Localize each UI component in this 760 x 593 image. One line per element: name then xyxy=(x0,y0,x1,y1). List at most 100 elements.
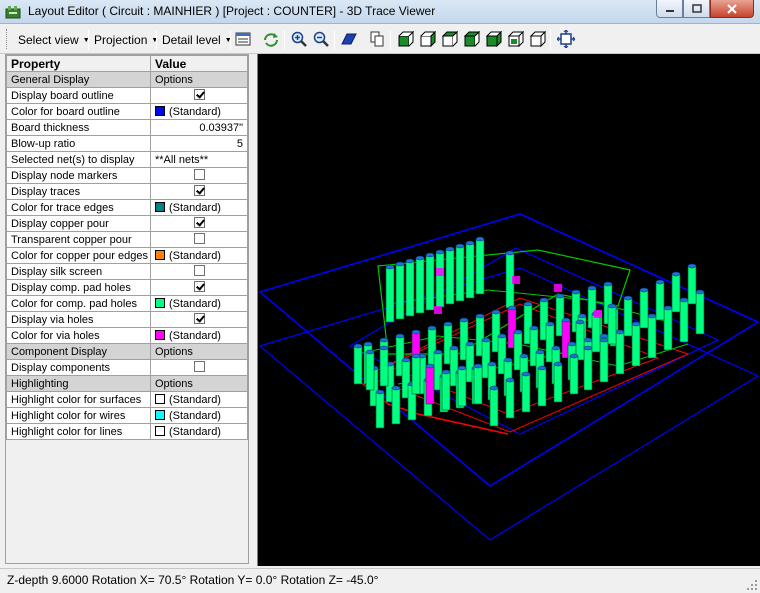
color-swatch xyxy=(155,329,165,340)
grid-row[interactable]: Display silk screen xyxy=(6,263,248,280)
zoom-out-button[interactable] xyxy=(311,29,331,49)
grid-row[interactable]: Display copper pour xyxy=(6,215,248,232)
grid-row[interactable]: Color for comp. pad holes (Standard) xyxy=(6,295,248,312)
property-value-cell[interactable]: (Standard) xyxy=(150,199,248,216)
via-pad xyxy=(512,276,520,284)
resize-grip-icon[interactable] xyxy=(746,579,758,591)
grid-row[interactable]: Display traces xyxy=(6,183,248,200)
property-value-cell[interactable]: (Standard) xyxy=(150,247,248,264)
component-pin-top xyxy=(583,345,593,351)
component-pin xyxy=(647,315,657,359)
property-value-cell[interactable] xyxy=(150,359,248,376)
3d-viewport[interactable] xyxy=(257,54,760,566)
property-value-cell[interactable] xyxy=(150,167,248,184)
property-value-cell[interactable] xyxy=(150,311,248,328)
component-pin-top xyxy=(599,333,609,339)
property-name: Color for board outline xyxy=(6,103,151,120)
component-pin xyxy=(395,263,405,320)
component-pin-top xyxy=(551,345,561,351)
close-icon xyxy=(727,3,737,14)
select-view-dropdown[interactable]: Select view ▼ xyxy=(14,29,94,51)
view-back-button[interactable] xyxy=(418,29,438,49)
color-swatch xyxy=(155,297,165,308)
property-value-cell[interactable]: **All nets** xyxy=(150,151,248,168)
color-swatch xyxy=(155,201,165,212)
property-value-cell[interactable]: (Standard) xyxy=(150,407,248,424)
grid-row[interactable]: Color for board outline (Standard) xyxy=(6,103,248,120)
app-icon xyxy=(5,6,21,19)
component-pin xyxy=(375,391,385,429)
property-value-cell[interactable] xyxy=(150,183,248,200)
property-value-cell[interactable] xyxy=(150,231,248,248)
grid-row[interactable]: Display via holes xyxy=(6,311,248,328)
view-iso-button[interactable] xyxy=(528,29,548,49)
toolbar-grip[interactable] xyxy=(6,29,9,49)
grid-row[interactable]: Board thickness 0.03937" xyxy=(6,119,248,136)
board-view-button[interactable] xyxy=(339,29,359,49)
property-value-cell[interactable]: 0.03937" xyxy=(150,119,248,136)
property-checkbox[interactable] xyxy=(193,185,205,197)
grid-row[interactable]: Display board outline xyxy=(6,87,248,104)
grid-row[interactable]: Color for via holes (Standard) xyxy=(6,327,248,344)
property-checkbox[interactable] xyxy=(193,265,205,277)
component-pin-top xyxy=(411,353,421,359)
color-swatch xyxy=(155,105,165,116)
view-left-button[interactable] xyxy=(484,29,504,49)
status-text: Z-depth 9.6000 Rotation X= 70.5° Rotatio… xyxy=(7,573,379,587)
grid-row[interactable]: Highlight color for wires (Standard) xyxy=(6,407,248,424)
refresh-button[interactable] xyxy=(261,29,281,49)
grid-row[interactable]: Color for trace edges (Standard) xyxy=(6,199,248,216)
close-button[interactable] xyxy=(710,0,754,18)
3d-trace-scene[interactable] xyxy=(258,54,760,566)
grid-row[interactable]: Color for copper pour edges (Standard) xyxy=(6,247,248,264)
detail-level-dropdown[interactable]: Detail level ▼ xyxy=(158,29,236,51)
component-pin-top xyxy=(577,313,587,319)
copy-button[interactable] xyxy=(367,29,387,49)
color-swatch xyxy=(155,393,165,404)
component-pin-top xyxy=(575,319,585,325)
grid-row[interactable]: Highlight color for lines (Standard) xyxy=(6,423,248,440)
property-value-cell[interactable]: (Standard) xyxy=(150,103,248,120)
view-top-button[interactable] xyxy=(440,29,460,49)
component-pin-top xyxy=(385,264,395,270)
component-pin-top xyxy=(599,337,609,343)
zoom-in-button[interactable] xyxy=(289,29,309,49)
property-value-cell[interactable]: (Standard) xyxy=(150,391,248,408)
properties-button[interactable] xyxy=(233,29,253,49)
property-value-cell[interactable]: (Standard) xyxy=(150,423,248,440)
grid-row[interactable]: Display node markers xyxy=(6,167,248,184)
component-pin xyxy=(623,297,633,337)
property-checkbox[interactable] xyxy=(193,233,205,245)
view-front-button[interactable] xyxy=(396,29,416,49)
minimize-button[interactable] xyxy=(656,0,683,18)
fit-view-button[interactable] xyxy=(556,29,576,49)
property-value-cell[interactable]: (Standard) xyxy=(150,327,248,344)
component-pin xyxy=(599,339,609,383)
grid-row[interactable]: Blow-up ratio 5 xyxy=(6,135,248,152)
grid-row[interactable]: Transparent copper pour xyxy=(6,231,248,248)
property-value-cell[interactable] xyxy=(150,87,248,104)
view-bottom-button[interactable] xyxy=(462,29,482,49)
property-checkbox[interactable] xyxy=(193,217,205,229)
property-checkbox[interactable] xyxy=(193,313,205,325)
window-title: Layout Editor ( Circuit : MAINHIER ) [Pr… xyxy=(28,4,436,18)
grid-row[interactable]: Highlight color for surfaces (Standard) xyxy=(6,391,248,408)
grid-row[interactable]: Display comp. pad holes xyxy=(6,279,248,296)
grid-row[interactable]: Display components xyxy=(6,359,248,376)
property-value-cell[interactable] xyxy=(150,279,248,296)
grid-row[interactable]: Selected net(s) to display **All nets** xyxy=(6,151,248,168)
color-value-label: (Standard) xyxy=(169,425,221,438)
property-value-cell[interactable]: (Standard) xyxy=(150,295,248,312)
view-right-button[interactable] xyxy=(506,29,526,49)
property-value-cell[interactable] xyxy=(150,263,248,280)
property-value-cell[interactable] xyxy=(150,215,248,232)
maximize-button[interactable] xyxy=(683,0,710,18)
component-pin-top xyxy=(363,341,373,347)
property-value-cell[interactable]: 5 xyxy=(150,135,248,152)
property-checkbox[interactable] xyxy=(193,281,205,293)
component-pin-top xyxy=(425,252,435,258)
property-checkbox[interactable] xyxy=(193,169,205,181)
projection-dropdown[interactable]: Projection ▼ xyxy=(90,29,162,51)
property-checkbox[interactable] xyxy=(193,89,205,101)
property-checkbox[interactable] xyxy=(193,361,205,373)
